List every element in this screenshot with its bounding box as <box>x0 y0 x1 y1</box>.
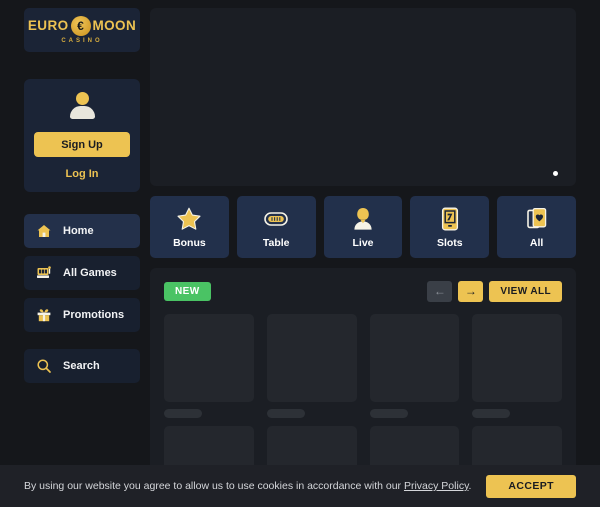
category-tiles: Bonus Table Live Slots All <box>150 196 576 258</box>
main-content: Bonus Table Live Slots All NEW ← → VIEW … <box>150 0 600 507</box>
sign-up-button[interactable]: Sign Up <box>34 132 130 157</box>
sidebar-item-promotions[interactable]: Promotions <box>24 298 140 332</box>
carousel-next-button[interactable]: → <box>458 280 484 302</box>
game-title-placeholder <box>472 409 511 418</box>
cookie-text-before: By using our website you agree to allow … <box>24 480 404 492</box>
game-card-skeleton[interactable] <box>472 314 562 418</box>
sidebar-item-label: Promotions <box>63 309 125 321</box>
category-tile-slots[interactable]: Slots <box>410 196 490 258</box>
category-tile-bonus[interactable]: Bonus <box>150 196 229 258</box>
slot-seven-icon <box>437 206 463 232</box>
cookie-consent-bar: By using our website you agree to allow … <box>0 465 600 507</box>
category-tile-label: Live <box>352 236 374 249</box>
games-section-header: NEW ← → VIEW ALL <box>164 280 562 302</box>
logo-stack: EURO MOON CASINO <box>28 16 136 44</box>
avatar-body <box>70 106 95 119</box>
logo-text-left: EURO <box>27 18 69 34</box>
star-icon <box>176 206 202 232</box>
category-tile-label: Table <box>262 236 290 249</box>
category-tile-table[interactable]: Table <box>236 196 316 258</box>
logo-subtitle: CASINO <box>61 38 103 44</box>
log-in-button[interactable]: Log In <box>66 168 99 180</box>
carousel-dot-active[interactable] <box>553 171 558 176</box>
gift-icon <box>36 307 52 323</box>
sidebar: EURO MOON CASINO Sign Up Log In <box>0 0 140 507</box>
avatar-head <box>76 92 89 105</box>
game-title-placeholder <box>266 409 305 418</box>
sidebar-item-label: Home <box>63 225 94 237</box>
game-card-skeleton[interactable] <box>369 314 460 418</box>
sidebar-nav: Home All Games Promotions Search <box>24 214 140 391</box>
home-icon <box>36 223 52 239</box>
search-icon <box>36 358 52 374</box>
logo-wordmark: EURO MOON <box>28 16 136 36</box>
euro-orb-icon <box>70 16 91 36</box>
carousel-dots[interactable] <box>553 171 558 176</box>
hero-banner-carousel[interactable] <box>150 8 576 186</box>
accept-cookies-button[interactable]: ACCEPT <box>486 474 576 498</box>
sidebar-item-all-games[interactable]: All Games <box>24 256 140 290</box>
live-dealer-icon <box>350 206 376 232</box>
sidebar-item-label: Search <box>63 360 100 372</box>
account-card: Sign Up Log In <box>24 79 140 192</box>
category-tile-label: All <box>529 236 544 249</box>
game-thumb-placeholder <box>472 314 562 402</box>
game-card-skeleton[interactable] <box>266 314 357 418</box>
game-card-skeleton[interactable] <box>164 314 254 418</box>
category-tile-live[interactable]: Live <box>323 196 403 258</box>
game-thumb-placeholder <box>369 314 460 402</box>
sidebar-item-label: All Games <box>63 267 117 279</box>
cookie-consent-text: By using our website you agree to allow … <box>24 480 471 492</box>
brand-logo[interactable]: EURO MOON CASINO <box>24 8 140 52</box>
view-all-button[interactable]: VIEW ALL <box>489 280 562 302</box>
games-section-controls: ← → VIEW ALL <box>427 280 562 302</box>
cards-heart-icon <box>524 206 550 232</box>
category-tile-label: Slots <box>436 236 463 249</box>
carousel-prev-button[interactable]: ← <box>427 280 453 302</box>
category-tile-all[interactable]: All <box>497 196 576 258</box>
logo-text-right: MOON <box>92 18 137 34</box>
game-thumb-placeholder <box>266 314 357 402</box>
game-thumb-placeholder <box>164 314 254 402</box>
category-tile-label: Bonus <box>173 236 206 249</box>
sidebar-item-home[interactable]: Home <box>24 214 140 248</box>
privacy-policy-link[interactable]: Privacy Policy <box>404 480 469 492</box>
game-title-placeholder <box>164 409 202 418</box>
user-avatar-icon <box>67 91 97 121</box>
slot-machine-icon <box>36 265 52 281</box>
casino-home-page: EURO MOON CASINO Sign Up Log In <box>0 0 600 507</box>
cookie-text-after: . <box>468 480 472 492</box>
table-chips-icon <box>263 206 289 232</box>
game-title-placeholder <box>369 409 408 418</box>
status-badge-new: NEW <box>164 281 211 301</box>
sidebar-item-search[interactable]: Search <box>24 349 140 383</box>
